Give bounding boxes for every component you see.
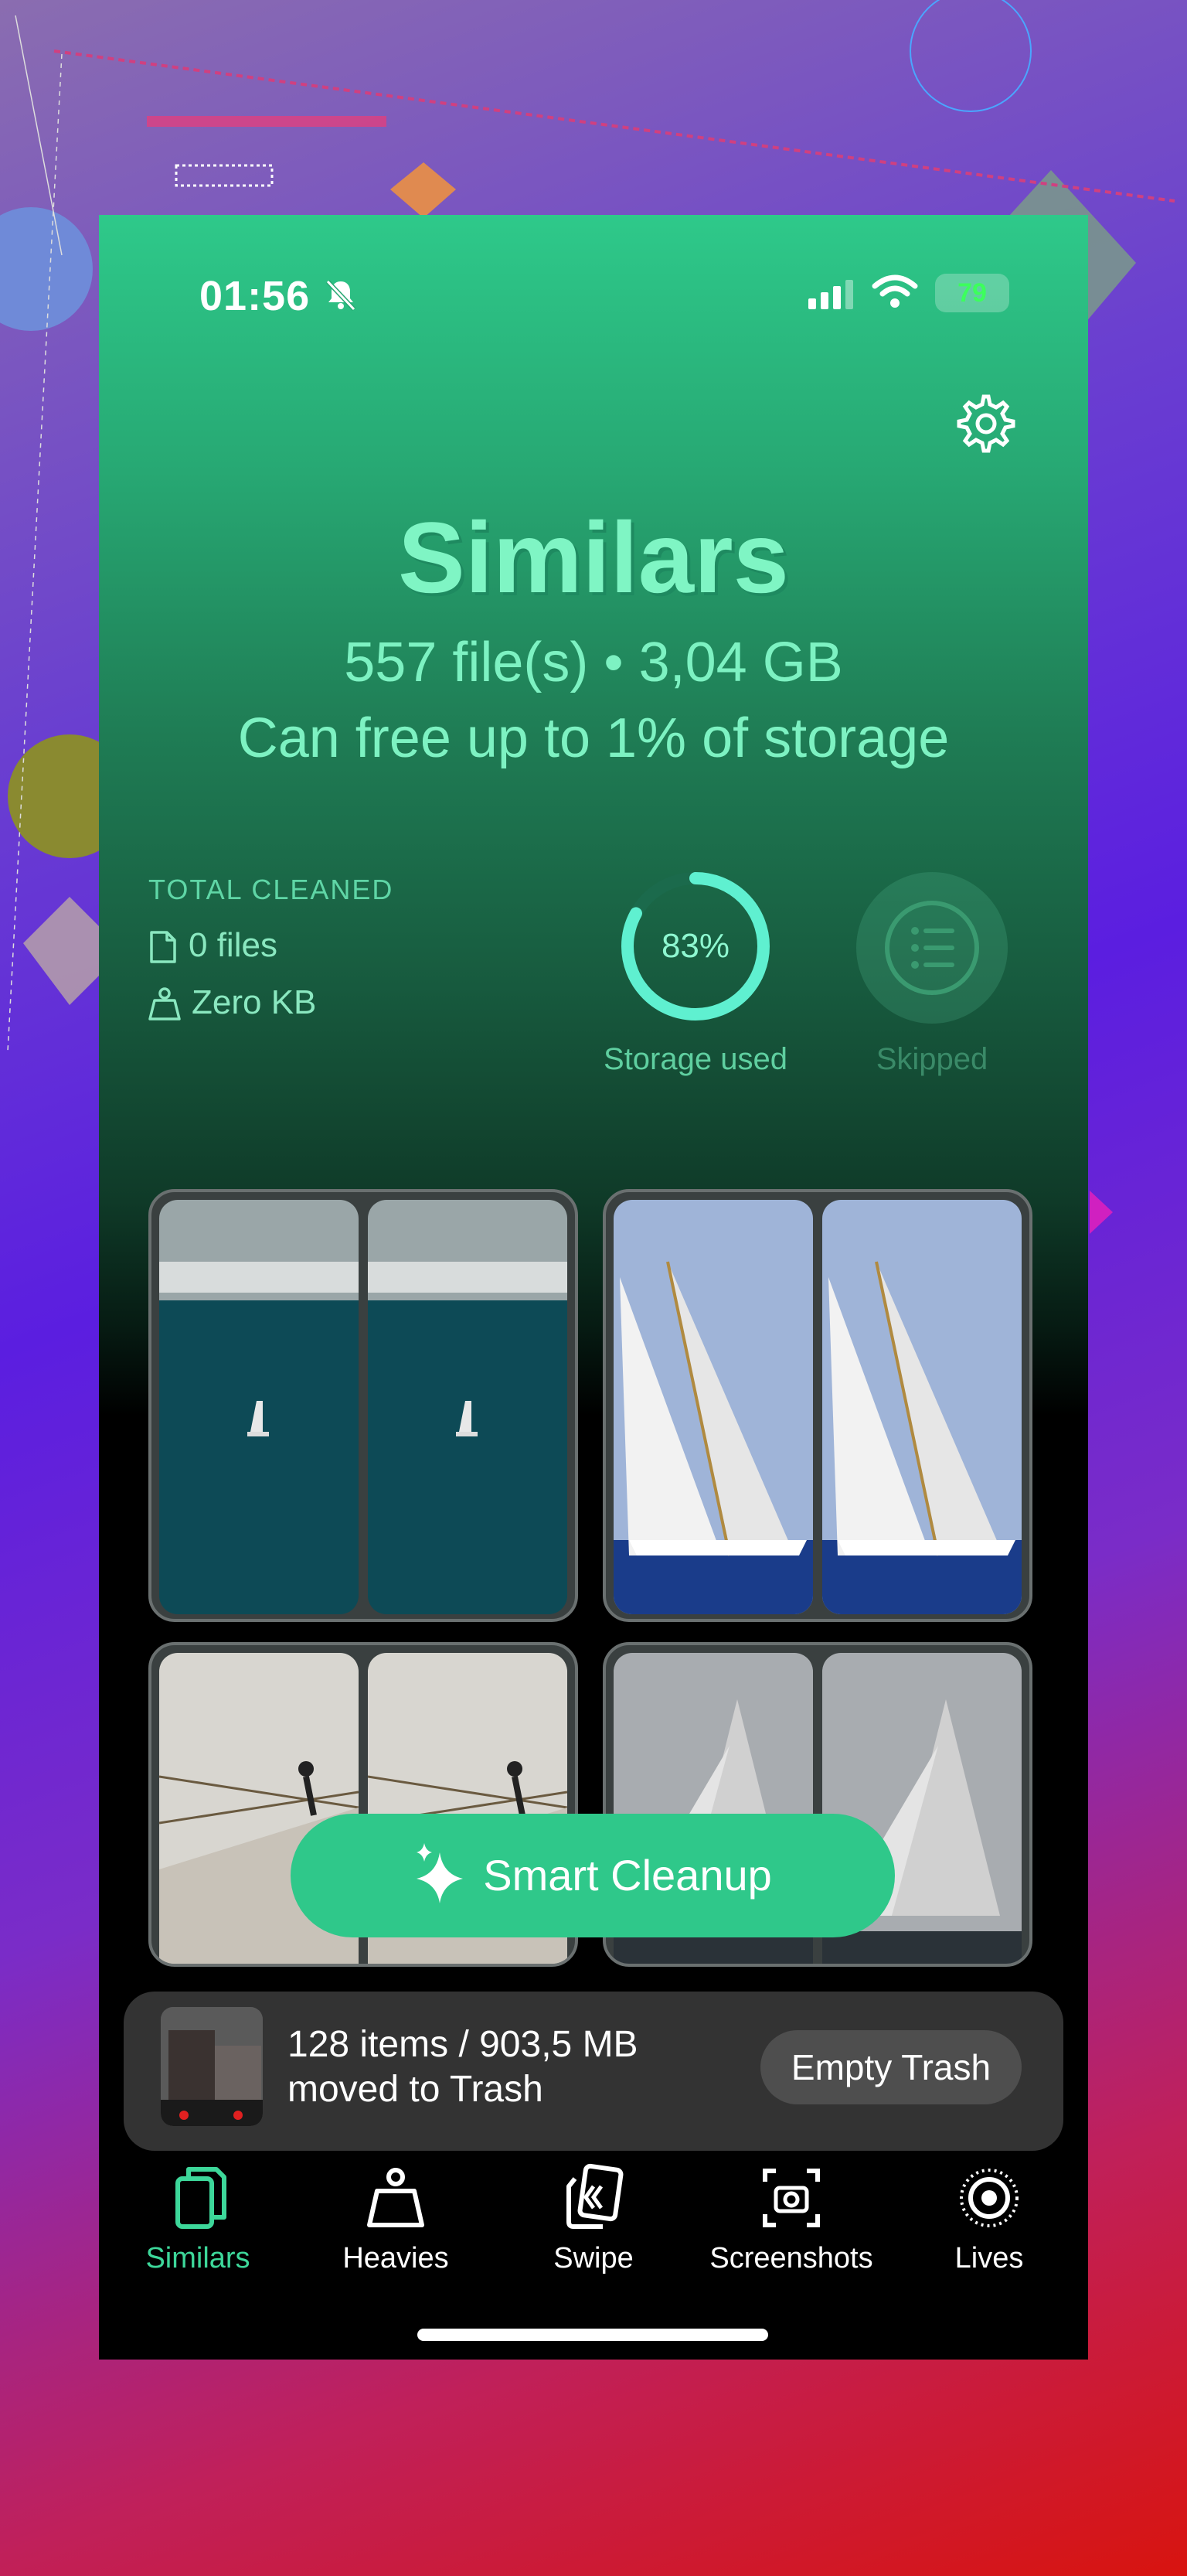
storage-used-label: Storage used (604, 1042, 787, 1076)
tab-screenshots[interactable]: Screenshots (692, 2163, 890, 2275)
battery-level: 79 (957, 278, 987, 308)
swipe-icon (566, 2163, 624, 2229)
total-cleaned-label: TOTAL CLEANED (148, 874, 394, 905)
weight-icon (367, 2168, 424, 2227)
free-storage-note: Can free up to 1% of storage (237, 707, 950, 769)
wifi-icon (872, 274, 918, 308)
file-icon (150, 931, 176, 964)
tab-similars[interactable]: Similars (99, 2163, 297, 2275)
trash-banner: 128 items / 903,5 MB moved to Trash Empt… (124, 1992, 1063, 2151)
tab-lives-label: Lives (954, 2242, 1024, 2274)
tab-bar: Similars Heavies Swipe Screenshots Lives (99, 2163, 1088, 2295)
tab-heavies[interactable]: Heavies (297, 2163, 495, 2275)
tab-similars-label: Similars (145, 2242, 250, 2274)
trash-count: 128 items / 903,5 MB (287, 2024, 638, 2065)
silent-bell-icon (325, 279, 356, 312)
cleaned-files-row: 0 files (148, 926, 277, 965)
status-bar: 01:56 79 (99, 264, 1088, 326)
phone-screen: 01:56 79 Similars 557 file(s) • 3,04 GB … (99, 215, 1088, 2360)
sparkles-icon (417, 1843, 464, 1904)
similar-group-card[interactable] (148, 1189, 578, 1622)
page-title: Similars (398, 501, 789, 614)
similars-icon (175, 2167, 226, 2229)
tab-swipe-label: Swipe (553, 2242, 634, 2274)
photo-thumbnail (822, 1200, 1022, 1614)
live-photo-icon (960, 2169, 1019, 2227)
storage-percent: 83% (661, 927, 730, 965)
empty-trash-button[interactable]: Empty Trash (760, 2030, 1022, 2104)
battery-indicator: 79 (935, 274, 1009, 312)
status-time: 01:56 (199, 273, 311, 319)
smart-cleanup-button[interactable]: Smart Cleanup (291, 1814, 895, 1937)
cellular-signal-icon (808, 280, 853, 309)
cleaned-size-row: Zero KB (148, 983, 316, 1022)
trash-summary: 128 items / 903,5 MB moved to Trash (287, 2022, 638, 2112)
cleaned-files-count: 0 files (189, 926, 277, 964)
photo-thumbnail (614, 1200, 813, 1614)
cleaned-size-value: Zero KB (192, 983, 317, 1021)
skipped-button[interactable] (856, 872, 1008, 1024)
skipped-label: Skipped (876, 1042, 988, 1076)
list-icon (885, 901, 979, 995)
screenshot-icon (763, 2169, 820, 2227)
trash-note: moved to Trash (287, 2069, 543, 2110)
photo-thumbnail (368, 1200, 567, 1614)
tab-heavies-label: Heavies (342, 2242, 449, 2274)
home-indicator (417, 2329, 768, 2341)
similar-group-card[interactable] (603, 1189, 1032, 1622)
tab-lives[interactable]: Lives (890, 2163, 1088, 2275)
trash-thumbnail (161, 2007, 263, 2126)
settings-gear-icon[interactable] (955, 393, 1017, 455)
weight-icon (148, 987, 181, 1021)
smart-cleanup-label: Smart Cleanup (483, 1851, 772, 1900)
tab-swipe[interactable]: Swipe (495, 2163, 692, 2275)
tab-screenshots-label: Screenshots (709, 2242, 873, 2274)
file-summary: 557 file(s) • 3,04 GB (344, 632, 843, 693)
photo-thumbnail (159, 1200, 359, 1614)
